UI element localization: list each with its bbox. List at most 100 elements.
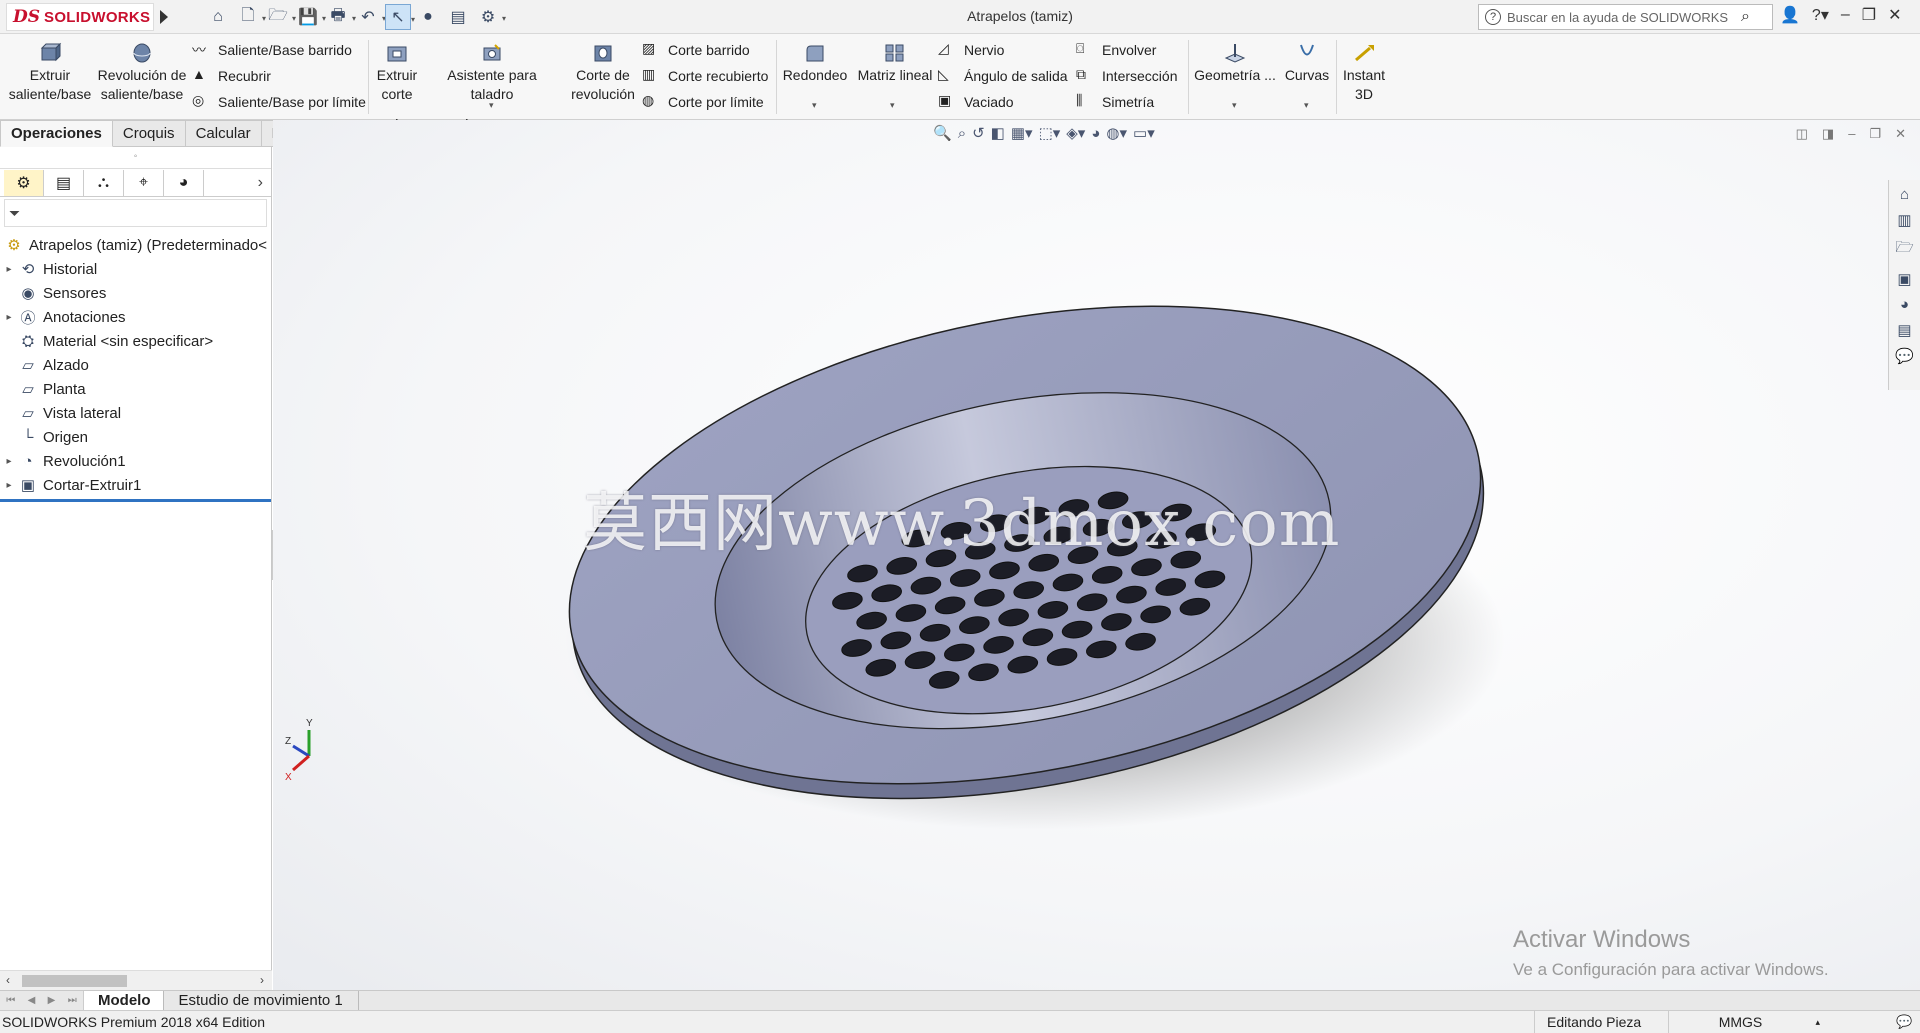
draft-button[interactable]: ◺ Ángulo de salida: [938, 65, 1068, 87]
tab-croquis[interactable]: Croquis: [112, 120, 186, 147]
reference-geometry-button[interactable]: Geometría ...: [1190, 42, 1280, 85]
tab-operaciones[interactable]: Operaciones: [0, 120, 113, 147]
scene-icon[interactable]: ◍▾: [1106, 124, 1127, 142]
curves-button[interactable]: Curvas: [1282, 42, 1332, 85]
menu-expand-arrow-icon[interactable]: [160, 10, 168, 24]
revolved-boss-button[interactable]: Revolución de saliente/base: [96, 42, 188, 104]
design-library-icon[interactable]: ▥: [1897, 211, 1911, 229]
linear-pattern-button[interactable]: Matriz lineal: [854, 42, 936, 85]
instant3d-button[interactable]: Instant 3D: [1340, 42, 1388, 104]
help-menu-icon[interactable]: ?▾: [1812, 5, 1829, 25]
shell-button[interactable]: ▣ Vaciado: [938, 91, 1014, 113]
tree-item[interactable]: ▸ ⟲ Historial: [0, 257, 271, 281]
mirror-button[interactable]: ⫼ Simetría: [1076, 91, 1154, 113]
scrollbar-thumb[interactable]: [22, 975, 127, 987]
lofted-cut-button[interactable]: ▥ Corte recubierto: [642, 65, 768, 87]
dimxpert-manager-tab-icon[interactable]: ⌖: [124, 169, 164, 196]
swept-boss-button[interactable]: 〰 Saliente/Base barrido: [192, 39, 352, 61]
swept-cut-button[interactable]: ▨ Corte barrido: [642, 39, 750, 61]
tree-item[interactable]: ▱ Planta: [0, 377, 271, 401]
save-icon[interactable]: 💾 ▾: [295, 4, 326, 30]
options-gear-icon[interactable]: ⚙ ▾: [475, 4, 506, 30]
expand-arrow-icon[interactable]: ▸: [0, 312, 18, 323]
panel-horizontal-scrollbar[interactable]: ‹ ›: [0, 970, 272, 990]
expand-arrow-icon[interactable]: ▸: [0, 264, 18, 275]
tile-horizontal-icon[interactable]: ◫: [1796, 126, 1808, 142]
loft-button[interactable]: ▲ Recubrir: [192, 65, 271, 87]
new-document-icon[interactable]: 🗋 ▾: [235, 4, 266, 30]
home-icon[interactable]: ⌂: [205, 4, 231, 30]
undo-icon[interactable]: ↶ ▾: [355, 4, 386, 30]
unit-system-selector[interactable]: MMGS ▴: [1668, 1011, 1828, 1033]
tree-item[interactable]: ▱ Vista lateral: [0, 401, 271, 425]
rebuild-icon[interactable]: ●: [415, 4, 441, 30]
file-properties-icon[interactable]: ▤: [445, 4, 471, 30]
expand-arrow-icon[interactable]: ▸: [0, 456, 18, 467]
hole-wizard-dropdown-icon[interactable]: ▾: [489, 100, 494, 111]
panel-grip[interactable]: ◦: [0, 147, 271, 169]
view-settings-icon[interactable]: ▭▾: [1133, 124, 1155, 142]
minimize-icon[interactable]: –: [1841, 6, 1850, 24]
open-folder-icon[interactable]: 🗁 ▾: [265, 4, 296, 30]
view-palette-icon[interactable]: ▣: [1897, 270, 1911, 288]
close-icon[interactable]: ✕: [1888, 5, 1901, 25]
tab-modelo[interactable]: Modelo: [84, 991, 164, 1010]
rollback-bar[interactable]: [0, 499, 271, 502]
fillet-dropdown-icon[interactable]: ▾: [812, 100, 817, 111]
tree-item[interactable]: ◉ Sensores: [0, 281, 271, 305]
select-pointer-icon[interactable]: ↖ ▾: [385, 4, 415, 30]
tree-item[interactable]: ▱ Alzado: [0, 353, 271, 377]
forum-icon[interactable]: 💬: [1895, 347, 1914, 365]
reference-triad[interactable]: Y Z X: [283, 718, 343, 788]
prev-tab-icon[interactable]: ◀: [28, 995, 36, 1006]
wrap-button[interactable]: ⌼ Envolver: [1076, 39, 1156, 61]
first-tab-icon[interactable]: ⏮: [6, 995, 15, 1006]
hole-wizard-button[interactable]: Asistente para taladro: [424, 42, 560, 104]
scroll-right-icon[interactable]: ›: [260, 973, 264, 987]
extruded-cut-button[interactable]: Extruir corte: [372, 42, 422, 104]
dynamic-annotation-icon[interactable]: ▦▾: [1011, 124, 1033, 142]
print-icon[interactable]: 🖶 ▾: [325, 4, 356, 30]
expand-arrow-icon[interactable]: ▸: [0, 480, 18, 491]
chevron-right-icon[interactable]: ›: [258, 174, 263, 192]
tree-item[interactable]: ▸ ▣ Cortar-Extruir1: [0, 473, 271, 497]
last-tab-icon[interactable]: ⏭: [68, 995, 77, 1006]
display-manager-tab-icon[interactable]: ◕: [164, 169, 204, 196]
zoom-to-fit-icon[interactable]: 🔍: [933, 124, 952, 142]
tab-calcular[interactable]: Calcular: [185, 120, 262, 147]
tree-item[interactable]: ⛭ Material <sin especificar>: [0, 329, 271, 353]
restore-icon[interactable]: ❐: [1862, 5, 1876, 25]
section-view-icon[interactable]: ◧: [991, 124, 1005, 142]
solidworks-logo[interactable]: DS SOLIDWORKS: [6, 3, 154, 31]
next-tab-icon[interactable]: ▶: [48, 995, 56, 1006]
zoom-to-area-icon[interactable]: ⌕: [958, 125, 966, 142]
previous-view-icon[interactable]: ↺: [972, 124, 985, 142]
tree-item[interactable]: ▸ Ⓐ Anotaciones: [0, 305, 271, 329]
reference-geometry-dropdown-icon[interactable]: ▾: [1232, 100, 1237, 111]
viewport-close-icon[interactable]: ✕: [1895, 126, 1906, 142]
scroll-left-icon[interactable]: ‹: [6, 973, 10, 987]
revolved-cut-button[interactable]: Corte de revolución: [568, 42, 638, 104]
help-search-input[interactable]: ? Buscar en la ayuda de SOLIDWORKS ⌕: [1478, 4, 1773, 30]
extruded-boss-button[interactable]: Extruir saliente/base: [6, 42, 94, 104]
solidworks-resources-home-icon[interactable]: ⌂: [1900, 186, 1909, 203]
view-orientation-icon[interactable]: ⬚▾: [1039, 124, 1061, 142]
tree-item[interactable]: └ Origen: [0, 425, 271, 449]
user-icon[interactable]: 👤: [1780, 5, 1800, 25]
custom-properties-icon[interactable]: ▤: [1897, 321, 1911, 339]
fillet-button[interactable]: Redondeo: [782, 42, 848, 85]
tree-item[interactable]: ▸ ◔ Revolución1: [0, 449, 271, 473]
graphics-area[interactable]: 🔍 ⌕ ↺ ◧ ▦▾ ⬚▾ ◈▾ ◕ ◍▾ ▭▾ ◫ ◨ – ❐ ✕ ⌂ ▥ 🗁…: [273, 120, 1920, 990]
display-style-icon[interactable]: ◈▾: [1066, 124, 1085, 142]
tree-root-part[interactable]: ⚙ Atrapelos (tamiz) (Predeterminado<: [0, 233, 271, 257]
viewport-minimize-icon[interactable]: –: [1848, 126, 1855, 142]
viewport-restore-icon[interactable]: ❐: [1869, 126, 1881, 142]
appearances-icon[interactable]: ◕: [1900, 296, 1909, 313]
configurationmanager-tab-icon[interactable]: ⛬: [84, 169, 124, 196]
tab-motion-study-1[interactable]: Estudio de movimiento 1: [164, 991, 359, 1010]
featuremanager-tab-icon[interactable]: ⚙: [4, 169, 44, 196]
boundary-boss-button[interactable]: ◎ Saliente/Base por límite: [192, 91, 366, 113]
curves-dropdown-icon[interactable]: ▾: [1304, 100, 1309, 111]
linear-pattern-dropdown-icon[interactable]: ▾: [890, 100, 895, 111]
file-explorer-icon[interactable]: 🗁: [1895, 237, 1914, 262]
